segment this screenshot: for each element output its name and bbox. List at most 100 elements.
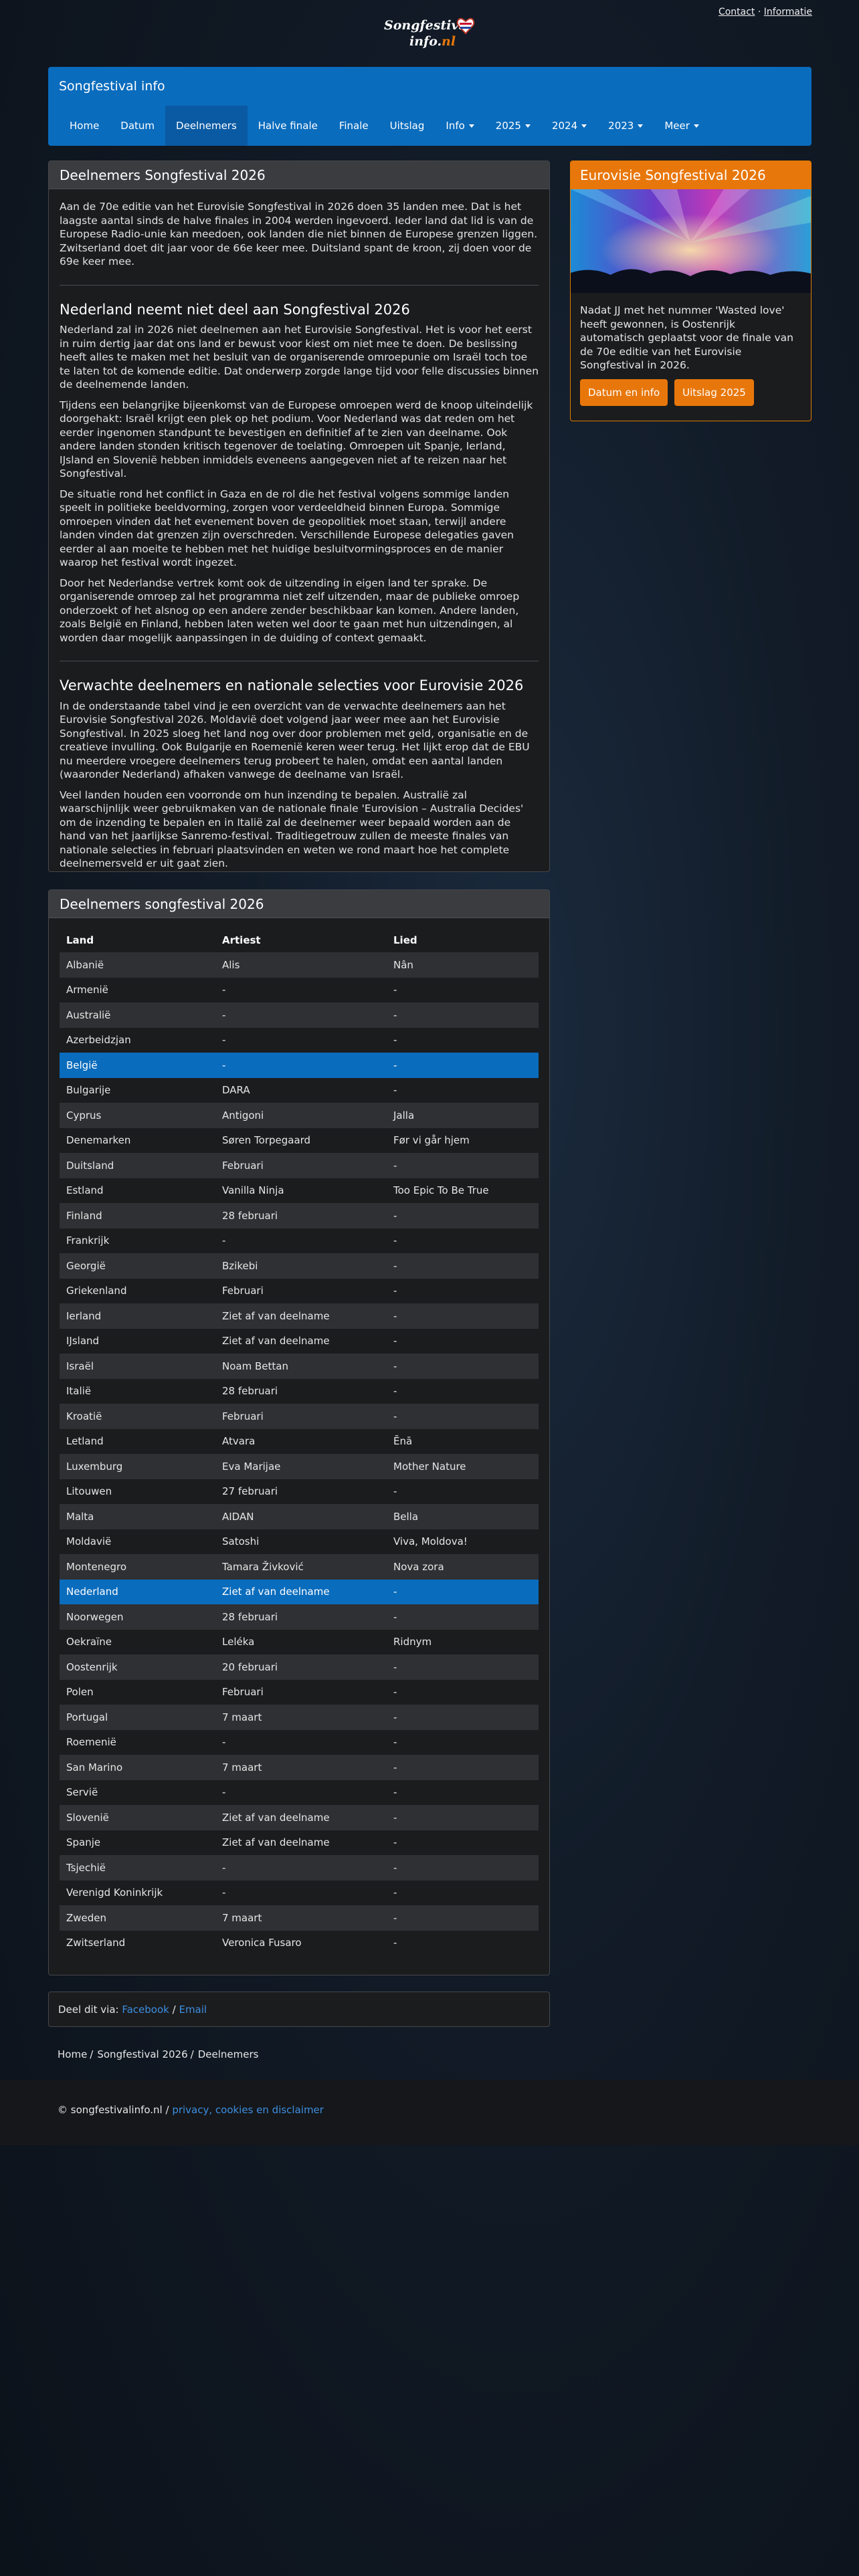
cell-artiest: -: [215, 1880, 387, 1905]
nav-finale[interactable]: Finale: [328, 106, 379, 146]
cell-artiest: -: [215, 1053, 387, 1078]
breadcrumb-home[interactable]: Home: [58, 2048, 87, 2060]
table-row: Kroatië Februari -: [60, 1404, 539, 1429]
table-row: San Marino 7 maart -: [60, 1755, 539, 1780]
cell-land: Litouwen: [60, 1479, 215, 1504]
cell-land: Spanje: [60, 1830, 215, 1855]
cell-land: Moldavië: [60, 1529, 215, 1554]
table-header-row: Land Artiest Lied: [60, 928, 539, 952]
cell-lied: -: [387, 1479, 539, 1504]
cell-artiest: Antigoni: [215, 1103, 387, 1128]
cell-lied: -: [387, 1579, 539, 1604]
caret-down-icon: [468, 124, 474, 128]
cell-lied: -: [387, 1203, 539, 1228]
nav-2024-dropdown[interactable]: 2024: [541, 106, 597, 146]
uitslag-2025-button[interactable]: Uitslag 2025: [674, 379, 754, 406]
informatie-link[interactable]: Informatie: [764, 7, 812, 17]
cell-land: Estland: [60, 1178, 215, 1203]
facebook-share-link[interactable]: Facebook: [122, 2004, 169, 2016]
cell-artiest: Ziet af van deelname: [215, 1303, 387, 1329]
privacy-link[interactable]: privacy, cookies en disclaimer: [172, 2104, 324, 2116]
cell-artiest: Alis: [215, 952, 387, 978]
cell-artiest: Ziet af van deelname: [215, 1579, 387, 1604]
email-share-link[interactable]: Email: [179, 2004, 207, 2016]
table-row: Ierland Ziet af van deelname -: [60, 1303, 539, 1329]
cell-artiest: -: [215, 1228, 387, 1253]
cell-lied: -: [387, 1002, 539, 1028]
cell-lied: -: [387, 1705, 539, 1730]
nav-info-label: Info: [446, 120, 465, 132]
table-row: Montenegro Tamara Živković Nova zora: [60, 1554, 539, 1580]
cell-land: Oostenrijk: [60, 1654, 215, 1680]
cell-artiest: -: [215, 1855, 387, 1881]
cell-lied: -: [387, 1404, 539, 1429]
cell-lied: Mother Nature: [387, 1454, 539, 1479]
cell-lied: -: [387, 1755, 539, 1780]
contact-link[interactable]: Contact: [719, 7, 755, 17]
table-row: Litouwen 27 februari -: [60, 1479, 539, 1504]
cell-land: Frankrijk: [60, 1228, 215, 1253]
cell-artiest: Vanilla Ninja: [215, 1178, 387, 1203]
cell-land: San Marino: [60, 1755, 215, 1780]
cell-land: Australië: [60, 1002, 215, 1028]
nav-deelnemers[interactable]: Deelnemers: [165, 106, 248, 146]
table-row: Cyprus Antigoni Jalla: [60, 1103, 539, 1128]
paragraph: Veel landen houden een voorronde om hun …: [60, 788, 524, 870]
cell-artiest: 28 februari: [215, 1378, 387, 1404]
table-row: Oostenrijk 20 februari -: [60, 1654, 539, 1680]
nav-datum[interactable]: Datum: [110, 106, 165, 146]
cell-lied: -: [387, 1905, 539, 1931]
nav-uitslag[interactable]: Uitslag: [379, 106, 436, 146]
table-row: Albanië Alis Nân: [60, 952, 539, 978]
column-header-artiest: Artiest: [222, 934, 261, 946]
table-row: Servië - -: [60, 1780, 539, 1805]
nav-home[interactable]: Home: [59, 106, 110, 146]
divider: [60, 284, 539, 286]
cell-artiest: Februari: [215, 1278, 387, 1303]
table-row: Duitsland Februari -: [60, 1153, 539, 1178]
cell-lied: -: [387, 1805, 539, 1830]
breadcrumb-current: Deelnemers: [197, 2048, 259, 2060]
cell-lied: Nân: [387, 952, 539, 978]
table-row: Polen Februari -: [60, 1679, 539, 1705]
cell-lied: -: [387, 1880, 539, 1905]
sidebar-title: Eurovisie Songfestival 2026: [571, 161, 811, 189]
breadcrumb: Home / Songfestival 2026/Deelnemers: [58, 2048, 258, 2060]
cell-artiest: -: [215, 1027, 387, 1053]
nav-halve-finale-label: Halve finale: [258, 120, 318, 132]
nav-meer-dropdown[interactable]: Meer: [654, 106, 710, 146]
article-title: Deelnemers Songfestival 2026: [49, 161, 549, 189]
nav-2023-dropdown[interactable]: 2023: [597, 106, 654, 146]
cell-artiest: Ziet af van deelname: [215, 1830, 387, 1855]
top-links-separator: ·: [755, 7, 764, 17]
share-bar: Deel dit via: Facebook / Email: [48, 1992, 550, 2027]
site-footer: © songfestivalinfo.nl / privacy, cookies…: [0, 2080, 859, 2145]
nav-halve-finale[interactable]: Halve finale: [248, 106, 328, 146]
site-logo[interactable]: Songfestival info. nl: [383, 15, 476, 52]
cell-lied: -: [387, 1027, 539, 1053]
cell-artiest: -: [215, 1780, 387, 1805]
cell-lied: -: [387, 1278, 539, 1303]
participants-table: Land Artiest Lied Albanië Alis Nân Armenië -…: [60, 928, 539, 1955]
cell-artiest: Søren Torpegaard: [215, 1128, 387, 1153]
nav-2025-dropdown[interactable]: 2025: [485, 106, 541, 146]
cell-lied: -: [387, 1654, 539, 1680]
table-row: Italië 28 februari -: [60, 1378, 539, 1404]
cell-artiest: Atvara: [215, 1428, 387, 1454]
main-nav: Home Datum Deelnemers Halve finale Final…: [59, 106, 710, 146]
cell-lied: -: [387, 1378, 539, 1404]
table-row: Frankrijk - -: [60, 1228, 539, 1253]
cell-land: België: [60, 1053, 215, 1078]
cell-lied: Ridnym: [387, 1629, 539, 1654]
cell-lied: -: [387, 1830, 539, 1855]
cell-artiest: Ziet af van deelname: [215, 1805, 387, 1830]
cell-artiest: 20 februari: [215, 1654, 387, 1680]
breadcrumb-songfestival-2026[interactable]: Songfestival 2026: [97, 2048, 187, 2060]
cell-artiest: Februari: [215, 1404, 387, 1429]
cell-land: Slovenië: [60, 1805, 215, 1830]
datum-en-info-button[interactable]: Datum en info: [580, 379, 668, 406]
nav-info-dropdown[interactable]: Info: [435, 106, 484, 146]
cell-land: Roemenië: [60, 1729, 215, 1755]
cell-lied: Før vi går hjem: [387, 1128, 539, 1153]
brand-title[interactable]: Songfestival info: [59, 79, 165, 94]
